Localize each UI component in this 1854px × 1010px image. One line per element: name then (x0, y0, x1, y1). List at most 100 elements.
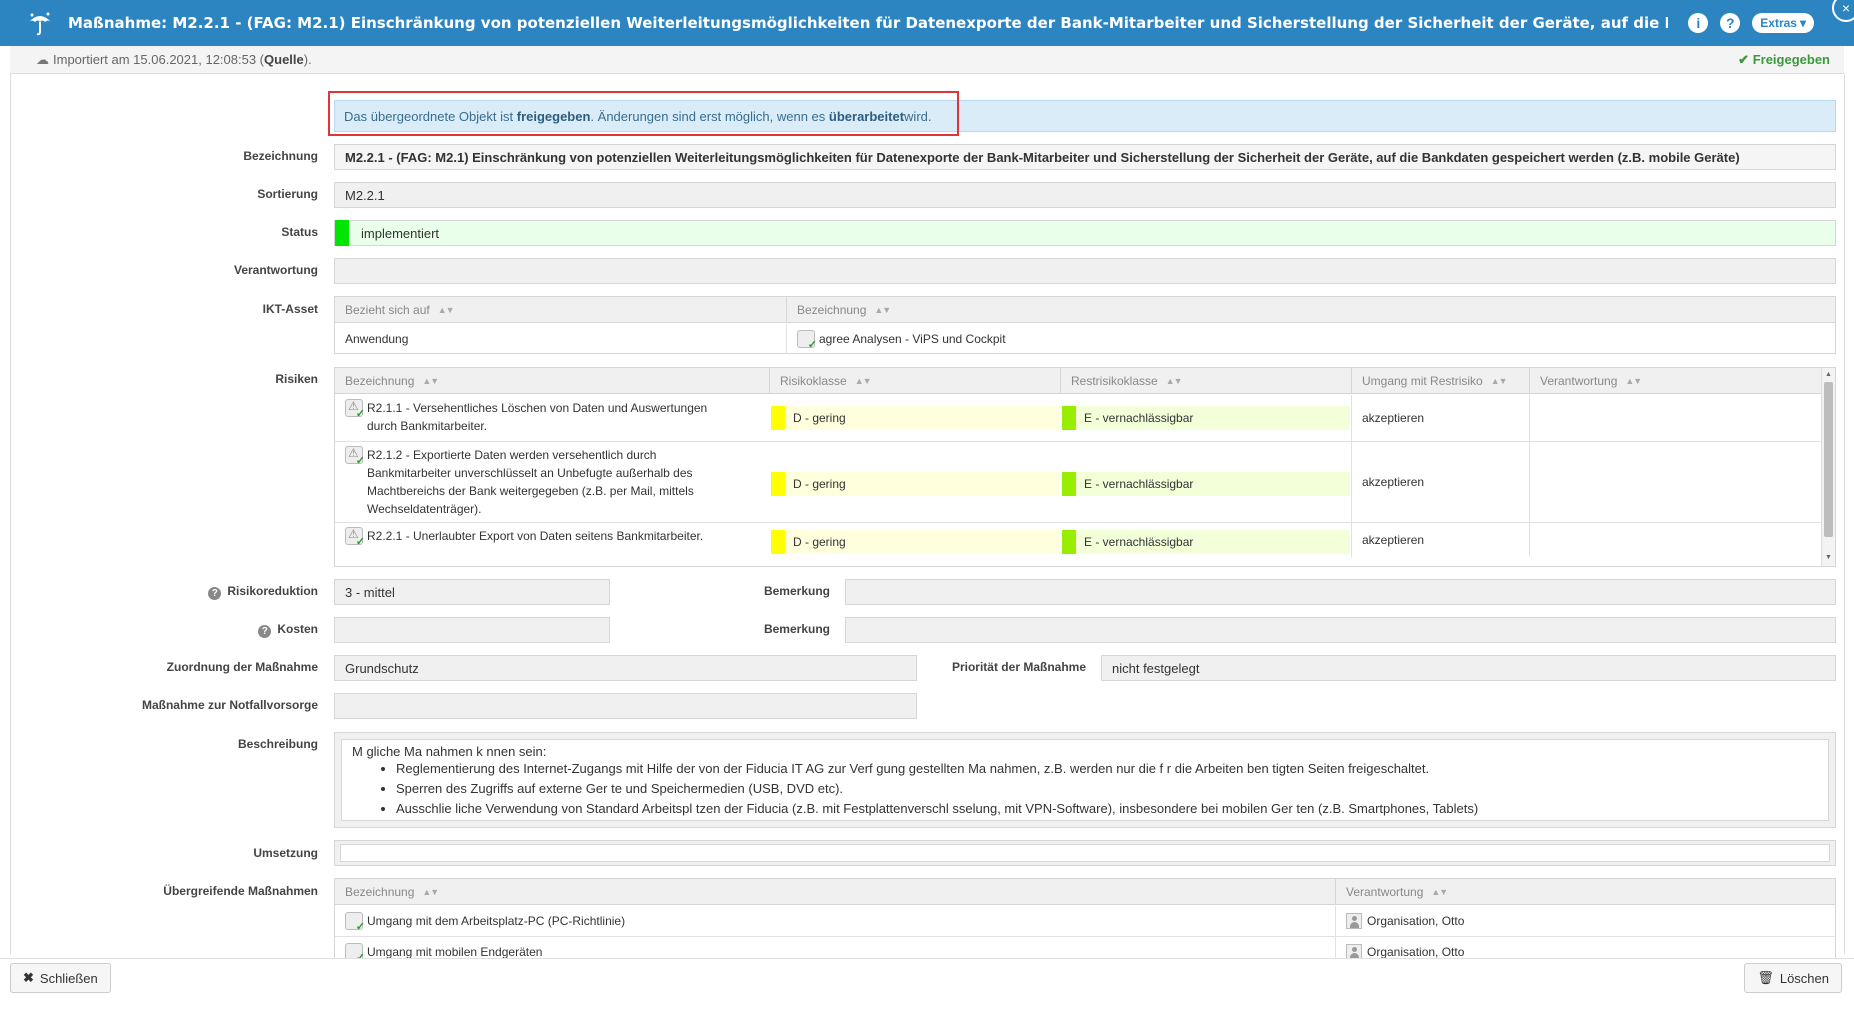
restrisk-swatch (1062, 530, 1076, 554)
info-icon[interactable]: i (1688, 13, 1709, 33)
cross-table-header: Bezeichnung ▲▼ Verantwortung ▲▼ (335, 879, 1835, 905)
status-badge-label: Freigegeben (1752, 52, 1830, 67)
risk-swatch (771, 406, 785, 430)
risikoreduktion-field[interactable]: 3 - mittel (334, 579, 610, 605)
risk-1-restrisiko: E - vernachlässigbar (1062, 406, 1350, 430)
risk-col-bezeichnung[interactable]: Bezeichnung ▲▼ (335, 368, 769, 394)
risk-2-risikoklasse: D - gering (771, 472, 1059, 496)
risk-2-umgang: akzeptieren (1351, 442, 1529, 522)
cross-2-bezeichnung: Umgang mit mobilen Endgeräten (367, 945, 543, 958)
table-row[interactable]: R2.1.1 - Versehentliches Löschen von Dat… (335, 395, 769, 441)
user-icon (1346, 944, 1362, 958)
ikt-cell-bezieht: Anwendung (345, 332, 409, 346)
ikt-table-header: Bezieht sich auf ▲▼ Bezeichnung ▲▼ (335, 297, 1835, 323)
cross-1-verantwortung: Organisation, Otto (1335, 906, 1835, 936)
risks-scrollbar[interactable]: ▲ ▼ (1821, 368, 1835, 566)
bemerkung-field-2[interactable] (845, 617, 1836, 643)
cross-2-verantwortung-value: Organisation, Otto (1367, 945, 1465, 958)
risk-3-restrisiko-value: E - vernachlässigbar (1084, 535, 1194, 549)
extras-label: Extras (1760, 16, 1797, 30)
extras-button[interactable]: Extras ▾ (1752, 13, 1814, 33)
application-icon (797, 330, 817, 351)
risks-table: Bezeichnung ▲▼ Risikoklasse ▲▼ Restrisikok… (334, 367, 1836, 567)
cross-col-verantwortung-label: Verantwortung (1346, 885, 1424, 899)
status-color-swatch (335, 220, 349, 246)
help-icon[interactable]: ? (258, 625, 272, 638)
prioritaet-field[interactable]: nicht festgelegt (1101, 655, 1836, 681)
close-button-label: Schließen (39, 970, 98, 986)
notfall-field[interactable] (334, 693, 917, 719)
kosten-field[interactable] (334, 617, 610, 643)
label-prioritaet: Priorität der Maßnahme (951, 660, 1086, 674)
ikt-col-bezeichnung[interactable]: Bezeichnung ▲▼ (786, 297, 1835, 323)
window-titlebar: Maßnahme: M2.2.1 - (FAG: M2.1) Einschrän… (0, 0, 1854, 46)
dialog-footer (0, 958, 1854, 1010)
user-icon (1346, 913, 1362, 929)
label-kosten: ? Kosten (258, 622, 318, 638)
close-window-icon[interactable]: × (1832, 0, 1854, 22)
scrollbar-thumb[interactable] (1824, 382, 1833, 537)
ikt-col-bezieht[interactable]: Bezieht sich auf ▲▼ (335, 297, 786, 323)
label-bemerkung-1: Bemerkung (763, 584, 830, 598)
label-sortierung: Sortierung (257, 187, 318, 201)
caret-down-icon: ▾ (1799, 16, 1806, 30)
ikt-col-bezeichnung-label: Bezeichnung (797, 303, 867, 317)
imported-suffix: ). (303, 52, 312, 67)
risk-col-risikoklasse[interactable]: Risikoklasse ▲▼ (769, 368, 1060, 394)
umsetzung-field[interactable] (334, 840, 1836, 866)
risk-2-line-4: Wechseldatenträger). (367, 502, 482, 516)
beschreibung-editor[interactable]: M gliche Ma nahmen k nnen sein: Reglemen… (341, 739, 1829, 821)
frame-left-border (10, 74, 11, 954)
umbrella-icon (24, 7, 56, 39)
zuordnung-field[interactable]: Grundschutz (334, 655, 917, 681)
sortierung-field[interactable]: M2.2.1 (334, 182, 1836, 208)
sort-icon: ▲▼ (1165, 376, 1183, 386)
umsetzung-editor[interactable] (340, 844, 1830, 862)
risk-3-risikoklasse-value: D - gering (793, 535, 846, 549)
bemerkung-field-1[interactable] (845, 579, 1836, 605)
risk-col-umgang[interactable]: Umgang mit Restrisiko ▲▼ (1351, 368, 1529, 394)
status-badge: ✔ Freigegeben (1738, 52, 1830, 68)
beschreibung-intro: M gliche Ma nahmen k nnen sein: (352, 744, 547, 759)
scroll-up-icon[interactable]: ▲ (1825, 371, 1832, 378)
verantwortung-field[interactable] (334, 258, 1836, 284)
table-row[interactable]: Umgang mit dem Arbeitsplatz-PC (PC-Richt… (335, 906, 1335, 936)
measure-icon (345, 943, 365, 958)
label-umsetzung: Umsetzung (253, 846, 318, 860)
sort-icon: ▲▼ (1625, 376, 1642, 386)
help-icon[interactable]: ? (208, 587, 222, 600)
beschreibung-field[interactable]: M gliche Ma nahmen k nnen sein: Reglemen… (334, 732, 1836, 828)
risk-2-risikoklasse-value: D - gering (793, 477, 846, 491)
status-field[interactable]: implementiert (334, 220, 1836, 246)
scroll-down-icon[interactable]: ▼ (1825, 554, 1832, 561)
cross-measures-table: Bezeichnung ▲▼ Verantwortung ▲▼ Umgang mit… (334, 878, 1836, 958)
table-row[interactable]: R2.2.1 - Unerlaubter Export von Daten se… (335, 523, 769, 566)
x-icon: ✖ (23, 970, 34, 985)
label-risikoreduktion: ? Risikoreduktion (208, 584, 318, 600)
risks-table-header: Bezeichnung ▲▼ Risikoklasse ▲▼ Restrisikok… (335, 368, 1821, 394)
measure-icon (345, 912, 365, 933)
risk-3-restrisiko: E - vernachlässigbar (1062, 530, 1350, 554)
help-icon[interactable]: ? (1720, 13, 1741, 33)
list-item: Reglementierung des Internet-Zugangs mit… (396, 759, 1818, 779)
bezeichnung-field[interactable]: M2.2.1 - (FAG: M2.1) Einschränkung von p… (334, 144, 1836, 170)
risk-col-verantwortung[interactable]: Verantwortung ▲▼ (1529, 368, 1821, 394)
risk-col-verantwortung-label: Verantwortung (1540, 374, 1618, 388)
ikt-cell-bezeichnung[interactable]: agree Analysen - ViPS und Cockpit (786, 324, 1835, 354)
label-status: Status (281, 225, 318, 239)
cross-col-bezeichnung[interactable]: Bezeichnung ▲▼ (335, 879, 1335, 905)
risk-3-risikoklasse: D - gering (771, 530, 1059, 554)
close-button[interactable]: ✖ Schließen (10, 963, 111, 993)
table-row[interactable]: R2.1.2 - Exportierte Daten werden verseh… (335, 442, 769, 522)
label-risikoreduktion-text: Risikoreduktion (227, 584, 318, 598)
risk-col-restrisikoklasse[interactable]: Restrisikoklasse ▲▼ (1060, 368, 1351, 394)
source-link[interactable]: Quelle (264, 52, 304, 67)
risk-2-verantwortung (1529, 442, 1821, 522)
sort-icon: ▲▼ (1490, 376, 1508, 386)
label-ikt-asset: IKT-Asset (262, 302, 318, 316)
delete-button[interactable]: 🗑 Löschen (1744, 963, 1842, 993)
risk-2-line-1: R2.1.2 - Exportierte Daten werden verseh… (367, 448, 657, 462)
table-row[interactable]: Umgang mit mobilen Endgeräten (335, 937, 1335, 958)
cross-col-verantwortung[interactable]: Verantwortung ▲▼ (1335, 879, 1835, 905)
cross-1-verantwortung-value: Organisation, Otto (1367, 914, 1465, 928)
